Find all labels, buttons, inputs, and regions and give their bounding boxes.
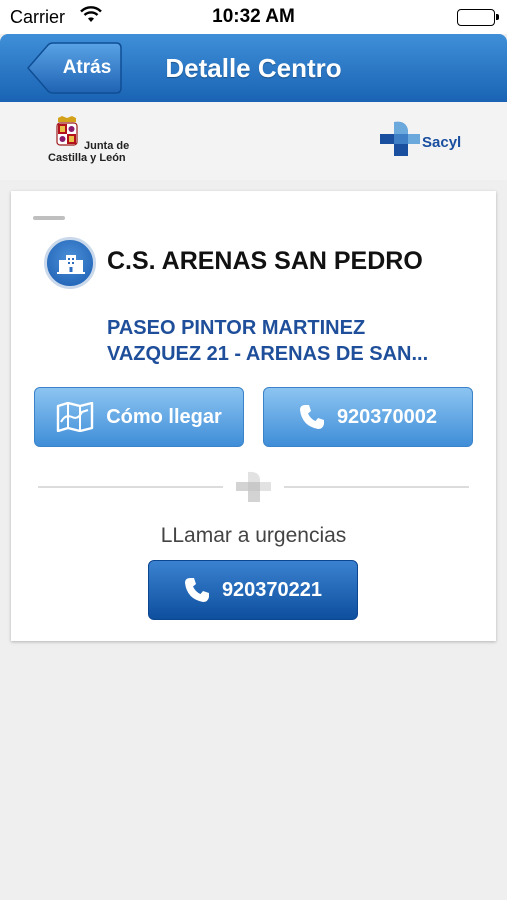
crest-icon <box>56 116 78 146</box>
map-icon <box>56 402 94 432</box>
address-line-1: PASEO PINTOR MARTINEZ <box>107 317 366 339</box>
call-emergency-button[interactable]: 920370221 <box>148 560 358 620</box>
emergency-call-label: LLamar a urgencias <box>160 524 347 547</box>
phone-icon <box>184 577 210 603</box>
logos-bar: Junta de Castilla y León Sacyl <box>0 102 507 180</box>
call-center-button[interactable]: 920370002 <box>263 387 473 447</box>
center-detail-card: C.S. ARENAS SAN PEDRO PASEO PINTOR MARTI… <box>11 191 496 641</box>
divider-left <box>38 486 223 488</box>
sacyl-divider-icon <box>236 471 271 502</box>
address-line-2: VAZQUEZ 21 - ARENAS DE SAN... <box>107 343 429 365</box>
sacyl-logo: Sacyl <box>380 120 470 164</box>
clock: 10:32 AM <box>212 6 295 27</box>
sacyl-text: Sacyl <box>422 134 462 151</box>
drag-handle[interactable] <box>33 216 65 220</box>
center-name: C.S. ARENAS SAN PEDRO <box>107 247 423 275</box>
building-icon <box>44 237 96 289</box>
phone-icon <box>299 404 325 430</box>
center-address: PASEO PINTOR MARTINEZ VAZQUEZ 21 - ARENA… <box>107 315 477 367</box>
emergency-phone-number: 920370221 <box>221 578 323 601</box>
directions-button[interactable]: Cómo llegar <box>34 387 244 447</box>
back-button[interactable]: Atrás <box>26 42 122 94</box>
navigation-bar: Detalle Centro Atrás <box>0 34 507 102</box>
sacyl-cross-icon <box>380 121 420 156</box>
status-bar: Carrier 10:32 AM <box>0 0 507 34</box>
logo-text-line1: Junta de <box>84 140 130 152</box>
junta-castilla-leon-logo: Junta de Castilla y León <box>48 114 138 168</box>
divider-right <box>284 486 469 488</box>
back-button-label: Atrás <box>62 57 112 78</box>
battery-icon <box>457 9 499 26</box>
directions-label: Cómo llegar <box>106 405 222 428</box>
center-phone-number: 920370002 <box>336 405 438 428</box>
logo-text-line2: Castilla y León <box>48 152 126 164</box>
